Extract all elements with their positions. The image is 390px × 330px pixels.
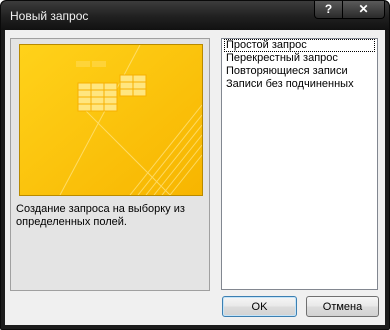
title-bar[interactable]: Новый запрос ? ✕: [1, 1, 389, 30]
query-preview-image: [19, 44, 203, 196]
window-title: Новый запрос: [10, 9, 89, 23]
query-description: Создание запроса на выборку из определен…: [16, 203, 185, 228]
query-illustration-icon: [20, 44, 203, 196]
list-item-crosstab-query[interactable]: Перекрестный запрос: [224, 52, 375, 65]
help-button[interactable]: ?: [314, 1, 343, 19]
close-button[interactable]: ✕: [342, 1, 385, 19]
dialog-body: Создание запроса на выборку из определен…: [5, 30, 385, 325]
new-query-dialog: Новый запрос ? ✕ Создание запроса на выб…: [0, 0, 390, 330]
ok-button[interactable]: OK: [222, 296, 297, 317]
list-item-find-unmatched[interactable]: Записи без подчиненных: [224, 78, 375, 91]
query-type-list[interactable]: Простой запрос Перекрестный запрос Повто…: [221, 38, 378, 290]
cancel-button[interactable]: Отмена: [306, 296, 379, 317]
list-item-find-duplicates[interactable]: Повторяющиеся записи: [224, 65, 375, 78]
preview-panel: Создание запроса на выборку из определен…: [10, 38, 210, 291]
list-item-simple-query[interactable]: Простой запрос: [224, 39, 375, 52]
